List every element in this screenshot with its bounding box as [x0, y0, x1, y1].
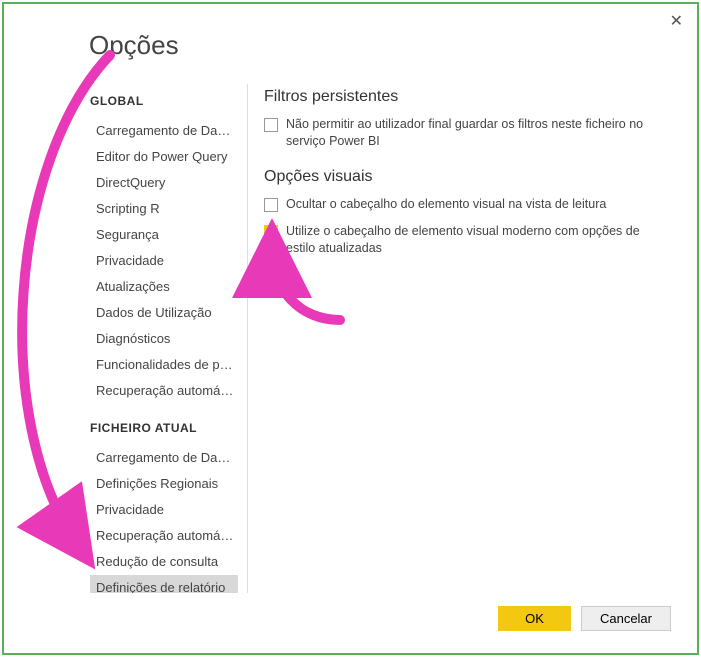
option-label: Utilize o cabeçalho de elemento visual m… — [286, 223, 671, 257]
sidebar-item[interactable]: Definições Regionais — [90, 471, 238, 496]
cancel-button[interactable]: Cancelar — [581, 606, 671, 631]
dialog-title: Opções — [89, 30, 179, 61]
sidebar-item[interactable]: Redução de consulta — [90, 549, 238, 574]
sidebar-item[interactable]: Privacidade — [90, 248, 238, 273]
sidebar-item[interactable]: Recuperação automática — [90, 523, 238, 548]
sidebar-item[interactable]: Scripting R — [90, 196, 238, 221]
ok-button[interactable]: OK — [498, 606, 571, 631]
sidebar-item[interactable]: Carregamento de Dados — [90, 445, 238, 470]
sidebar-item[interactable]: Dados de Utilização — [90, 300, 238, 325]
sidebar-item[interactable]: Funcionalidades de pré... — [90, 352, 238, 377]
sidebar-item[interactable]: Segurança — [90, 222, 238, 247]
sidebar-item[interactable]: Diagnósticos — [90, 326, 238, 351]
checkbox-icon[interactable] — [264, 118, 278, 132]
sidebar-item[interactable]: Definições de relatório — [90, 575, 238, 593]
option-modern-header[interactable]: Utilize o cabeçalho de elemento visual m… — [264, 223, 671, 257]
option-label: Não permitir ao utilizador final guardar… — [286, 116, 671, 150]
sidebar-item[interactable]: Recuperação automática — [90, 378, 238, 403]
sidebar: GLOBALCarregamento de DadosEditor do Pow… — [90, 84, 238, 593]
sidebar-item[interactable]: Atualizações — [90, 274, 238, 299]
sidebar-divider — [247, 84, 248, 593]
sidebar-item[interactable]: Privacidade — [90, 497, 238, 522]
checkbox-icon[interactable] — [264, 198, 278, 212]
option-persistent-filters[interactable]: Não permitir ao utilizador final guardar… — [264, 116, 671, 150]
sidebar-item[interactable]: Editor do Power Query — [90, 144, 238, 169]
sidebar-section-header: FICHEIRO ATUAL — [90, 421, 238, 435]
option-label: Ocultar o cabeçalho do elemento visual n… — [286, 196, 606, 213]
sidebar-item[interactable]: Carregamento de Dados — [90, 118, 238, 143]
dialog-footer: OK Cancelar — [498, 606, 671, 631]
sidebar-item[interactable]: DirectQuery — [90, 170, 238, 195]
group-title-visuais: Opções visuais — [264, 168, 671, 186]
close-icon[interactable]: ✕ — [670, 14, 683, 30]
option-hide-header[interactable]: Ocultar o cabeçalho do elemento visual n… — [264, 196, 671, 213]
checkbox-icon[interactable] — [264, 225, 278, 239]
dialog-frame: ✕ Opções GLOBALCarregamento de DadosEdit… — [2, 2, 699, 655]
sidebar-section-header: GLOBAL — [90, 94, 238, 108]
group-title-filtros: Filtros persistentes — [264, 88, 671, 106]
content-panel: Filtros persistentes Não permitir ao uti… — [264, 84, 671, 593]
